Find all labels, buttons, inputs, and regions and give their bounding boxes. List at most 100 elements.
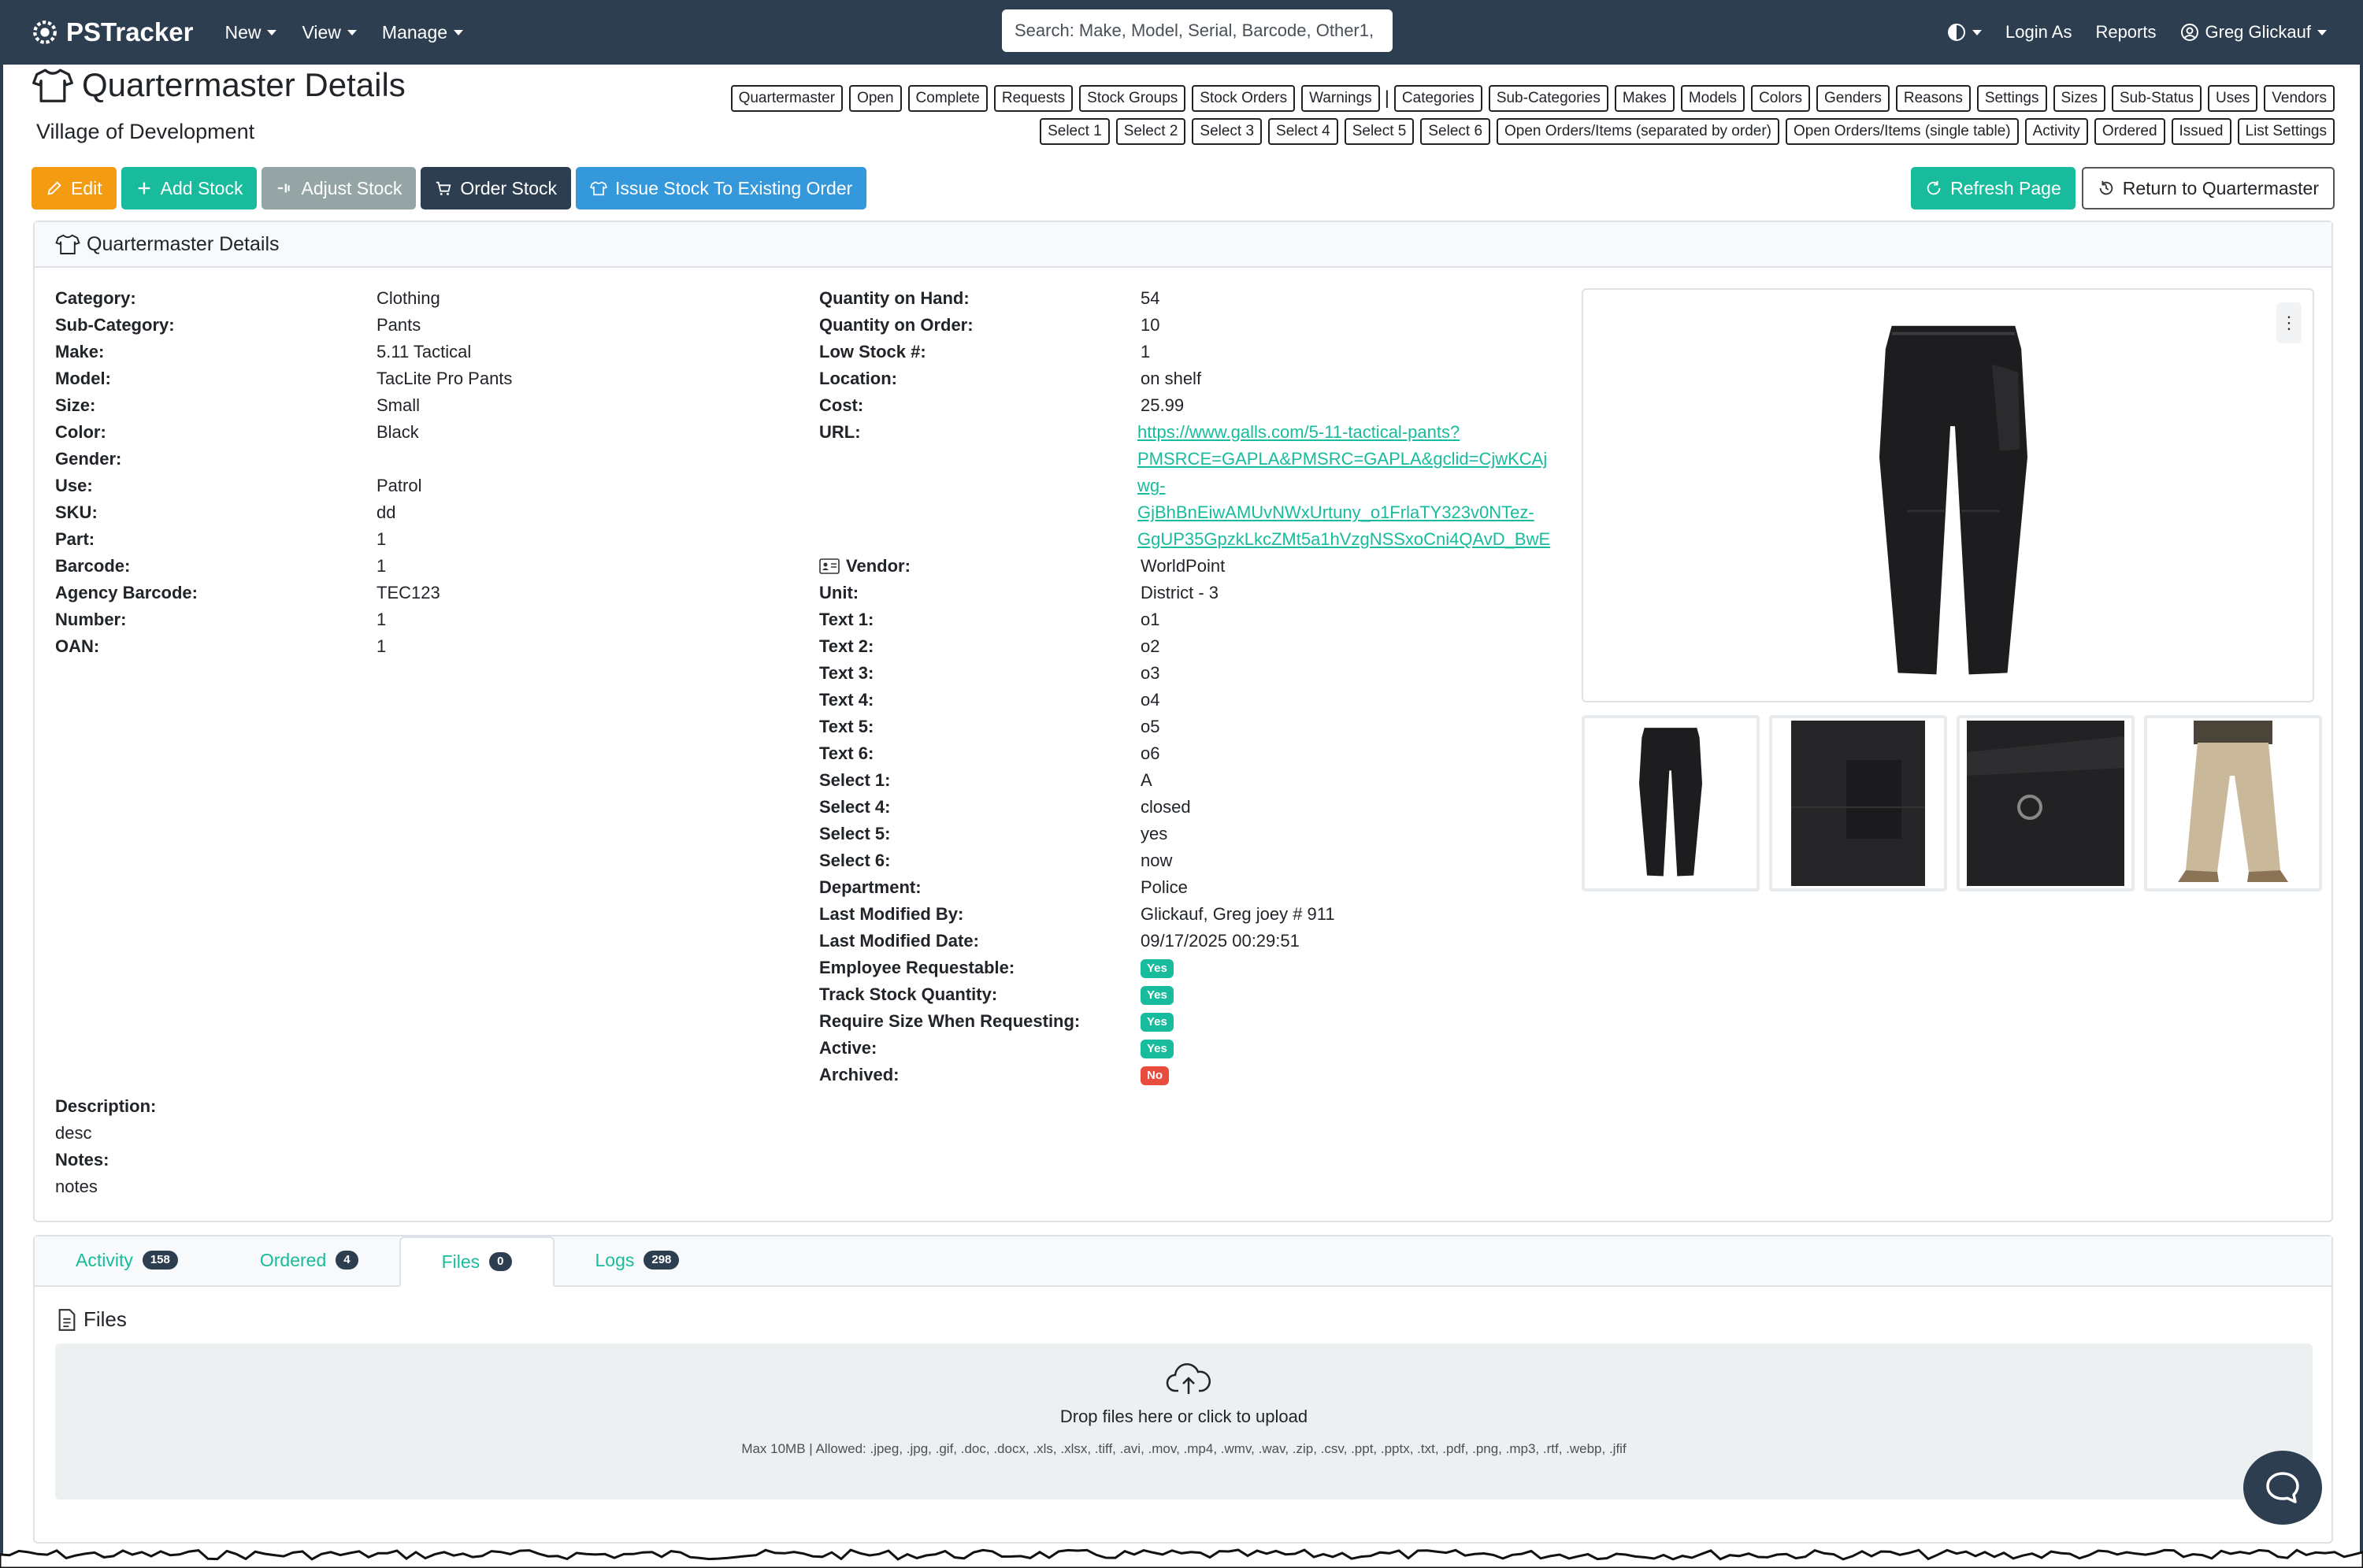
flag-row: Active: Yes [819, 1035, 1578, 1062]
nav-button-genders[interactable]: Genders [1816, 85, 1890, 112]
field-value: 1 [377, 610, 387, 629]
thumbnail-1[interactable] [1582, 715, 1760, 891]
field-value: on shelf [1141, 369, 1202, 388]
tab-files[interactable]: Files 0 [399, 1236, 555, 1287]
chevron-down-icon [454, 29, 464, 35]
nav-button-ordered[interactable]: Ordered [2094, 118, 2165, 145]
field-row: Last Modified By: Glickauf, Greg joey # 9… [819, 901, 1578, 928]
field-value: 1 [377, 556, 387, 576]
nav-button-makes[interactable]: Makes [1614, 85, 1675, 112]
field-label: Use: [55, 476, 93, 495]
tab-logs[interactable]: Logs 298 [555, 1235, 721, 1285]
order-stock-button[interactable]: Order Stock [421, 167, 572, 209]
field-row: Quantity on Order: 10 [819, 312, 1578, 339]
help-chat-button[interactable] [2243, 1451, 2322, 1525]
field-row: Low Stock #: 1 [819, 339, 1578, 365]
more-options-icon[interactable]: ⋮ [2276, 302, 2302, 343]
id-card-icon [819, 558, 840, 574]
nav-button-select-4[interactable]: Select 4 [1268, 118, 1338, 145]
refresh-page-button[interactable]: Refresh Page [1911, 167, 2076, 209]
user-circle-icon [2180, 24, 2198, 41]
nav-button-open-orders-items-separated-by-order[interactable]: Open Orders/Items (separated by order) [1497, 118, 1779, 145]
tab-activity[interactable]: Activity 158 [35, 1235, 219, 1285]
nav-button-reasons[interactable]: Reasons [1895, 85, 1971, 112]
d-ring-detail-thumbnail [1967, 721, 2124, 886]
nav-button-issued[interactable]: Issued [2171, 118, 2231, 145]
reports-link[interactable]: Reports [2095, 22, 2156, 43]
nav-view-menu[interactable]: View [302, 22, 357, 43]
field-row: Last Modified Date: 09/17/2025 00:29:51 [819, 928, 1578, 955]
search-input[interactable]: Search: Make, Model, Serial, Barcode, Ot… [1002, 9, 1393, 52]
right-actions: Refresh Page Return to Quartermaster [1911, 167, 2335, 209]
field-label: Quantity on Order: [819, 315, 974, 335]
main-product-image[interactable]: ⋮ [1582, 288, 2314, 702]
nav-button-activity[interactable]: Activity [2024, 118, 2088, 145]
add-stock-button[interactable]: Add Stock [121, 167, 258, 209]
field-row: Agency Barcode: TEC123 [55, 580, 512, 606]
nav-button-colors[interactable]: Colors [1751, 85, 1810, 112]
nav-button-complete[interactable]: Complete [907, 85, 988, 112]
nav-button-select-3[interactable]: Select 3 [1192, 118, 1263, 145]
edit-button[interactable]: Edit [32, 167, 117, 209]
nav-button-warnings[interactable]: Warnings [1301, 85, 1380, 112]
field-label: SKU: [55, 502, 98, 522]
nav-manage-menu[interactable]: Manage [382, 22, 464, 43]
brand[interactable]: PSTracker [32, 17, 193, 47]
status-badge: Yes [1141, 959, 1174, 978]
tab-count-badge: 298 [644, 1251, 680, 1270]
field-label: Select 6: [819, 851, 891, 870]
vendor-label-wrap: Vendor: [819, 553, 1141, 580]
field-label: Department: [819, 877, 922, 897]
field-row: Text 3: o3 [819, 660, 1578, 687]
tab-count-badge: 4 [336, 1251, 358, 1270]
nav-button-select-2[interactable]: Select 2 [1115, 118, 1186, 145]
field-value: o1 [1141, 610, 1160, 629]
nav-button-models[interactable]: Models [1680, 85, 1745, 112]
nav-button-sub-categories[interactable]: Sub-Categories [1488, 85, 1608, 112]
field-label: Text 2: [819, 636, 874, 656]
field-label: Text 3: [819, 663, 874, 683]
nav-button-select-6[interactable]: Select 6 [1420, 118, 1491, 145]
nav-button-stock-orders[interactable]: Stock Orders [1192, 85, 1296, 112]
edit-button-label: Edit [71, 177, 102, 198]
nav-button-open[interactable]: Open [849, 85, 902, 112]
field-value: Clothing [377, 288, 440, 308]
description-label: Description: [55, 1096, 157, 1116]
field-row: Quantity on Hand: 54 [819, 285, 1578, 312]
field-row: Select 6: now [819, 847, 1578, 874]
nav-button-uses[interactable]: Uses [2207, 85, 2258, 112]
product-url-link[interactable]: https://www.galls.com/5-11-tactical-pant… [1137, 419, 1578, 553]
tab-ordered[interactable]: Ordered 4 [219, 1235, 399, 1285]
nav-button-list-settings[interactable]: List Settings [2237, 118, 2335, 145]
field-label: Text 4: [819, 690, 874, 710]
theme-toggle[interactable] [1947, 23, 1983, 42]
thumbnail-2[interactable] [1769, 715, 1947, 891]
right-fields: Quantity on Hand: 54 Quantity on Order: 10 L… [819, 285, 1578, 1088]
nav-button-stock-groups[interactable]: Stock Groups [1079, 85, 1186, 112]
return-button[interactable]: Return to Quartermaster [2081, 167, 2335, 209]
nav-new-menu[interactable]: New [224, 22, 277, 43]
nav-button-categories[interactable]: Categories [1393, 85, 1482, 112]
login-as-link[interactable]: Login As [2005, 22, 2072, 43]
user-menu[interactable]: Greg Glickauf [2180, 22, 2327, 43]
nav-button-select-5[interactable]: Select 5 [1344, 118, 1415, 145]
nav-button-vendors[interactable]: Vendors [2264, 85, 2335, 112]
thumbnail-3[interactable] [1957, 715, 2135, 891]
field-value: now [1141, 851, 1173, 870]
field-row: SKU: dd [55, 499, 512, 526]
field-row: Make: 5.11 Tactical [55, 339, 512, 365]
field-label: Cost: [819, 395, 864, 415]
file-dropzone[interactable]: Drop files here or click to upload Max 1… [55, 1344, 2313, 1499]
nav-button-quartermaster[interactable]: Quartermaster [730, 85, 844, 112]
adjust-stock-button[interactable]: Adjust Stock [262, 167, 417, 209]
nav-button-sizes[interactable]: Sizes [2053, 85, 2105, 112]
nav-button-select-1[interactable]: Select 1 [1040, 118, 1110, 145]
page-subtitle: Village of Development [36, 120, 255, 143]
nav-button-requests[interactable]: Requests [993, 85, 1074, 112]
thumbnail-4[interactable] [2144, 715, 2322, 891]
issue-stock-button[interactable]: Issue Stock To Existing Order [576, 167, 867, 209]
nav-button-open-orders-items-single-table[interactable]: Open Orders/Items (single table) [1786, 118, 2019, 145]
nav-button-settings[interactable]: Settings [1976, 85, 2047, 112]
nav-button-sub-status[interactable]: Sub-Status [2111, 85, 2202, 112]
field-label: Location: [819, 369, 897, 388]
